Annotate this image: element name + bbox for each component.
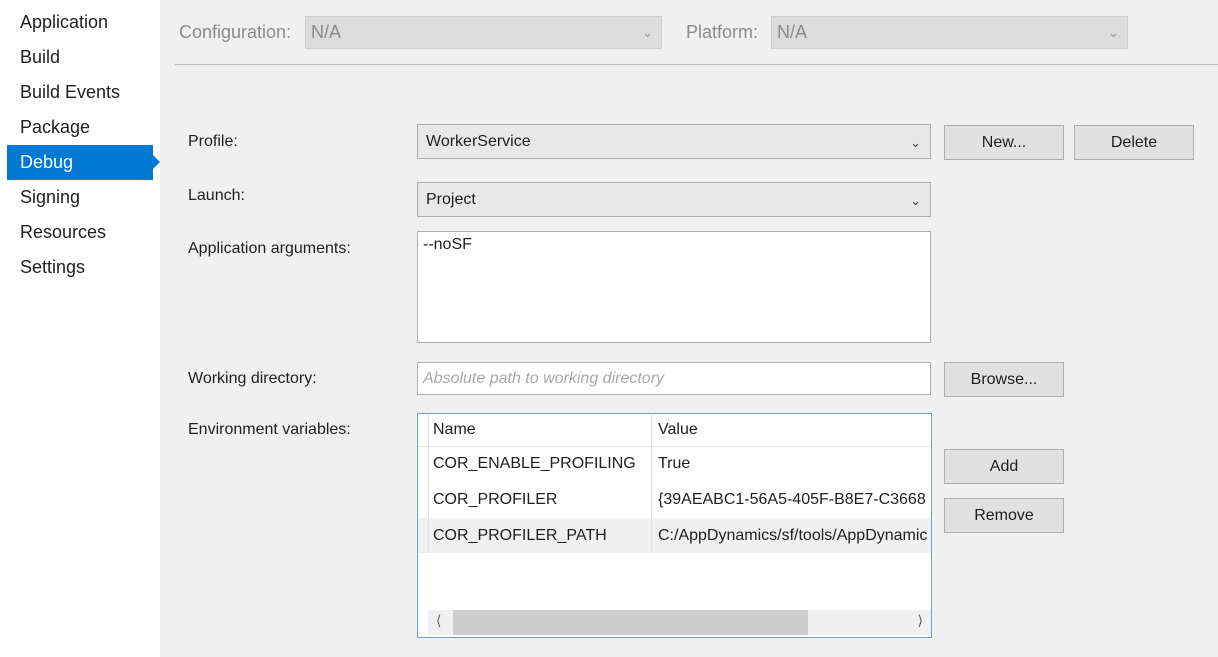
app-args-label: Application arguments:: [188, 240, 351, 257]
delete-profile-button[interactable]: Delete: [1074, 125, 1194, 160]
column-header-name[interactable]: Name: [433, 414, 651, 446]
browse-button[interactable]: Browse...: [944, 362, 1064, 397]
configuration-value: N/A: [311, 22, 342, 42]
column-divider: [651, 414, 652, 551]
chevron-down-icon: ⌄: [642, 25, 653, 40]
working-dir-input[interactable]: Absolute path to working directory: [417, 362, 931, 395]
column-header-value[interactable]: Value: [658, 414, 931, 446]
platform-value: N/A: [777, 22, 808, 42]
grid-row-gutter: [418, 414, 429, 446]
table-row[interactable]: COR_PROFILER_PATH C:/AppDynamics/sf/tool…: [418, 518, 931, 553]
sidebar-item-debug[interactable]: Debug: [7, 145, 160, 180]
horizontal-scrollbar[interactable]: ⟨ ⟩: [428, 610, 931, 635]
grid-header: Name Value: [418, 414, 931, 447]
launch-dropdown[interactable]: Project ⌄: [417, 182, 931, 217]
sidebar-item-settings[interactable]: Settings: [7, 250, 153, 285]
scroll-left-icon[interactable]: ⟨: [436, 612, 441, 629]
sidebar-item-build-events[interactable]: Build Events: [7, 75, 153, 110]
launch-value: Project: [426, 191, 476, 208]
table-row[interactable]: COR_PROFILER {39AEABC1-56A5-405F-B8E7-C3…: [418, 482, 931, 517]
profile-value: WorkerService: [426, 133, 531, 150]
sidebar-item-application[interactable]: Application: [7, 5, 153, 40]
env-vars-grid[interactable]: Name Value COR_ENABLE_PROFILING True COR…: [417, 413, 932, 638]
chevron-down-icon: ⌄: [910, 193, 921, 208]
grid-row-gutter: [418, 482, 429, 517]
sidebar: Application Build Build Events Package D…: [0, 0, 160, 657]
platform-select[interactable]: N/A ⌄: [771, 16, 1128, 49]
sidebar-item-resources[interactable]: Resources: [7, 215, 153, 250]
configuration-select[interactable]: N/A ⌄: [305, 16, 662, 49]
sidebar-item-build[interactable]: Build: [7, 40, 153, 75]
profile-dropdown[interactable]: WorkerService ⌄: [417, 124, 931, 159]
platform-label: Platform:: [686, 22, 759, 42]
env-name-cell[interactable]: COR_PROFILER: [433, 482, 651, 517]
chevron-down-icon: ⌄: [1108, 25, 1119, 40]
launch-label: Launch:: [188, 187, 245, 204]
add-env-button[interactable]: Add: [944, 449, 1064, 484]
table-row[interactable]: COR_ENABLE_PROFILING True: [418, 446, 931, 481]
remove-env-button[interactable]: Remove: [944, 498, 1064, 533]
profile-label: Profile:: [188, 133, 238, 150]
scroll-right-icon[interactable]: ⟩: [918, 612, 923, 629]
grid-row-gutter: [418, 518, 429, 553]
env-value-cell[interactable]: C:/AppDynamics/sf/tools/AppDynamic: [658, 518, 931, 553]
scrollbar-thumb[interactable]: [453, 610, 808, 635]
working-dir-label: Working directory:: [188, 370, 317, 387]
grid-row-gutter: [418, 446, 429, 481]
env-name-cell[interactable]: COR_ENABLE_PROFILING: [433, 446, 651, 481]
env-name-cell[interactable]: COR_PROFILER_PATH: [433, 518, 651, 553]
chevron-down-icon: ⌄: [910, 135, 921, 150]
sidebar-item-signing[interactable]: Signing: [7, 180, 153, 215]
header-divider: [175, 64, 1218, 65]
configuration-label: Configuration:: [179, 22, 292, 42]
env-vars-label: Environment variables:: [188, 421, 351, 438]
env-value-cell[interactable]: {39AEABC1-56A5-405F-B8E7-C3668: [658, 482, 931, 517]
sidebar-item-package[interactable]: Package: [7, 110, 153, 145]
app-args-textarea[interactable]: --noSF: [417, 231, 931, 343]
env-value-cell[interactable]: True: [658, 446, 931, 481]
new-profile-button[interactable]: New...: [944, 125, 1064, 160]
